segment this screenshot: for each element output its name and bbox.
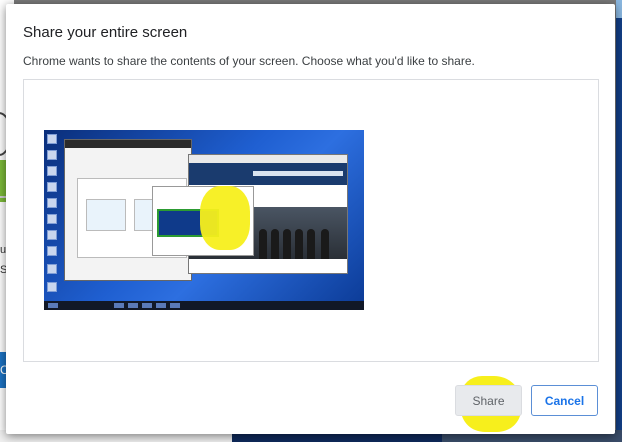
screen-selection-panel — [23, 79, 599, 362]
preview-person — [295, 229, 303, 259]
taskbar-item — [48, 303, 58, 308]
taskbar-item — [142, 303, 152, 308]
preview-person — [271, 229, 279, 259]
preview-person — [307, 229, 315, 259]
preview-person — [321, 229, 329, 259]
cancel-button[interactable]: Cancel — [531, 385, 598, 416]
desktop-icon — [47, 282, 57, 292]
preview-window-titlebar — [189, 155, 347, 163]
desktop-icon — [47, 246, 57, 256]
preview-website-nav — [189, 163, 347, 185]
desktop-icon — [47, 182, 57, 192]
preview-person — [259, 229, 267, 259]
share-button[interactable]: Share — [455, 385, 522, 416]
screen-preview-icon[interactable] — [44, 130, 364, 310]
taskbar-item — [156, 303, 166, 308]
desktop-icon — [47, 230, 57, 240]
background-right-top — [616, 0, 622, 18]
desktop-icon — [47, 150, 57, 160]
yellow-highlight-mark — [200, 186, 250, 250]
dialog-subtitle: Chrome wants to share the contents of yo… — [23, 54, 475, 68]
preview-card — [86, 199, 126, 231]
desktop-icon — [47, 166, 57, 176]
background-right-edge — [616, 0, 622, 442]
preview-person — [283, 229, 291, 259]
taskbar-item — [114, 303, 124, 308]
share-screen-dialog: Share your entire screen Chrome wants to… — [6, 4, 615, 434]
desktop-icon — [47, 134, 57, 144]
dialog-title: Share your entire screen — [23, 24, 188, 41]
desktop-icon — [47, 214, 57, 224]
desktop-icon — [47, 198, 57, 208]
desktop-icon — [47, 264, 57, 274]
taskbar-item — [170, 303, 180, 308]
taskbar-item — [128, 303, 138, 308]
preview-window-titlebar — [65, 140, 191, 148]
preview-nav-menu — [253, 171, 343, 176]
preview-taskbar — [44, 301, 364, 310]
